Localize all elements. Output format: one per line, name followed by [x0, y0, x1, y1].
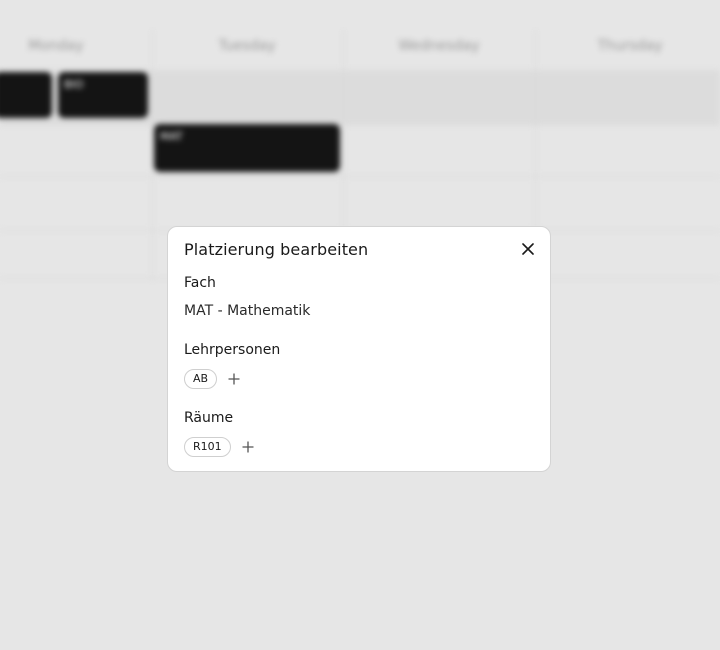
day-header-wednesday: Wednesday: [398, 38, 480, 54]
dialog-title: Platzierung bearbeiten: [184, 240, 369, 259]
add-room-button[interactable]: [239, 438, 257, 456]
rooms-chip-row: R101: [184, 437, 257, 457]
lesson-block[interactable]: MAT: [154, 124, 340, 172]
row-divider: [0, 124, 720, 125]
row-divider: [0, 176, 720, 177]
plus-icon: [242, 441, 254, 453]
lesson-block[interactable]: BIO: [58, 72, 148, 118]
column-divider: [152, 30, 153, 280]
day-header-thursday: Thursday: [597, 38, 663, 54]
plus-icon: [228, 373, 240, 385]
teacher-chip[interactable]: AB: [184, 369, 218, 389]
lesson-block-code: BIO: [64, 78, 84, 91]
edit-placement-dialog: Platzierung bearbeiten Fach MAT - Mathem…: [167, 226, 551, 472]
add-teacher-button[interactable]: [225, 370, 243, 388]
day-header-monday: Monday: [28, 38, 84, 54]
day-header-tuesday: Tuesday: [218, 38, 276, 54]
subject-label: Fach: [184, 275, 216, 291]
subject-value[interactable]: MAT - Mathematik: [184, 303, 310, 319]
close-icon: [522, 243, 534, 255]
teachers-label: Lehrpersonen: [184, 342, 281, 358]
room-chip[interactable]: R101: [184, 437, 231, 457]
rooms-label: Räume: [184, 410, 234, 426]
lesson-block[interactable]: [0, 72, 52, 118]
teachers-chip-row: AB: [184, 369, 243, 389]
lesson-block-code: MAT: [160, 130, 183, 143]
close-button[interactable]: [516, 237, 540, 261]
